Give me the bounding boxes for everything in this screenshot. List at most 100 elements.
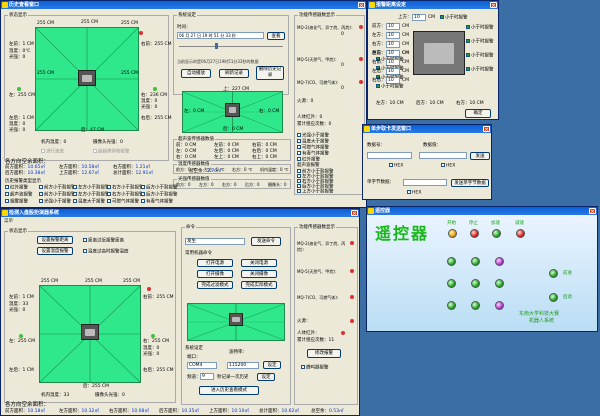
history-alarm-checkbox[interactable]: 温度大于报警: [73, 199, 105, 205]
dist-alarm-checkbox[interactable]: 上方小于耐报警: [297, 189, 334, 195]
time-input[interactable]: 06 月 27 日 19 时 51 分 33 秒: [177, 32, 264, 39]
history-alarm-checkbox[interactable]: 超声波报警: [5, 192, 33, 198]
set-port-button[interactable]: 设定: [263, 361, 281, 369]
checkbox-box[interactable]: [297, 139, 301, 143]
beep-checkbox[interactable]: 蜂鸣器报警: [301, 365, 329, 371]
temp-high-checkbox[interactable]: 温度过高时报警温度: [83, 249, 129, 255]
checkbox-box[interactable]: [297, 179, 301, 183]
command-button[interactable]: 关闭摄像: [241, 270, 277, 278]
alarm-row-checkbox[interactable]: 小于时报警: [440, 15, 468, 21]
func-alarm-checkbox[interactable]: 温度大于报警: [297, 139, 329, 145]
alarm-extra-checkbox[interactable]: 小于时报警: [376, 84, 404, 90]
checkbox-box[interactable]: [73, 185, 77, 189]
dir-se-button[interactable]: [495, 301, 504, 310]
refresh-button[interactable]: 刷新记录: [219, 69, 249, 78]
alarm-row-input[interactable]: 10: [386, 32, 400, 39]
history-alarm-checkbox[interactable]: 有毒气体报警: [141, 199, 173, 205]
close-icon[interactable]: ×: [351, 210, 358, 217]
checkbox-box[interactable]: [107, 185, 111, 189]
decel-button[interactable]: [516, 229, 525, 238]
ok-button[interactable]: 确定: [465, 109, 491, 118]
hex-checkbox-3[interactable]: HEX: [407, 190, 421, 196]
checkbox-box[interactable]: [73, 199, 77, 203]
data-val-input[interactable]: [419, 152, 467, 159]
query-button[interactable]: 查看: [267, 32, 285, 40]
func-alarm-checkbox[interactable]: 可燃气体报警: [297, 145, 329, 151]
main-window-titlebar[interactable]: 检测入盘股扮演器系统 ×: [1, 209, 359, 217]
checkbox-box[interactable]: [466, 25, 470, 29]
history-alarm-checkbox[interactable]: 烟雾报警: [5, 199, 28, 205]
history-alarm-checkbox[interactable]: 红外报警: [5, 185, 28, 191]
dist-near-checkbox[interactable]: 距离过近报警距离: [83, 238, 124, 244]
backward-button[interactable]: [549, 293, 558, 302]
alarm-window-titlebar[interactable]: 报警距离设定 ×: [368, 1, 498, 9]
checkbox-box[interactable]: [297, 133, 301, 137]
command-button[interactable]: 完成实际模式: [241, 281, 277, 289]
history-alarm-checkbox[interactable]: 可燃气体报警: [107, 199, 139, 205]
start-button[interactable]: [448, 229, 457, 238]
checkbox-box[interactable]: [5, 192, 9, 196]
checkbox-box[interactable]: [39, 199, 43, 203]
close-icon[interactable]: ×: [490, 2, 497, 9]
checkbox-box[interactable]: [107, 199, 111, 203]
send-cmd-button[interactable]: 发送命令: [251, 237, 281, 246]
checkbox-box[interactable]: [376, 84, 380, 88]
checkbox-box[interactable]: [297, 157, 301, 161]
alarm-right-checkbox[interactable]: 小于时报警: [466, 53, 494, 59]
checkbox-box[interactable]: [466, 53, 470, 57]
command-button[interactable]: 完成过滤模式: [197, 281, 233, 289]
checkbox-box[interactable]: [297, 151, 301, 155]
history-alarm-checkbox[interactable]: 右方小于耐报警: [107, 185, 144, 191]
command-button[interactable]: 打开摄像: [197, 270, 233, 278]
checkbox-box[interactable]: [39, 192, 43, 196]
alarm-row-input[interactable]: 10: [412, 14, 426, 21]
data-no-input[interactable]: [367, 152, 412, 159]
checkbox-box[interactable]: [5, 199, 9, 203]
history-alarm-checkbox[interactable]: 光强小于报警: [39, 199, 71, 205]
dir-n-button[interactable]: [471, 257, 480, 266]
forward-button[interactable]: [549, 269, 558, 278]
enter-history-button[interactable]: 进入历史查看模式: [199, 386, 259, 395]
alarm-right-checkbox[interactable]: 小于时报警: [466, 39, 494, 45]
time-slider[interactable]: [179, 43, 283, 49]
close-icon[interactable]: ×: [358, 2, 365, 9]
history-alarm-checkbox[interactable]: 后方小于耐报警: [141, 192, 178, 198]
cmd-input[interactable]: 发生: [185, 238, 245, 245]
history-alarm-checkbox[interactable]: 左方小于耐报警: [73, 185, 110, 191]
history-alarm-checkbox[interactable]: 前方小于耐报警: [39, 192, 76, 198]
set-interval-button[interactable]: 设定: [257, 373, 275, 381]
checkbox-box[interactable]: [466, 67, 470, 71]
checkbox-box[interactable]: [39, 185, 43, 189]
history-alarm-checkbox[interactable]: 左方小于耐报警: [73, 192, 110, 198]
delete-history-button[interactable]: 删除历史记录: [256, 66, 284, 80]
dir-nw-button[interactable]: [447, 257, 456, 266]
alarm-right-checkbox[interactable]: 小于时报警: [466, 25, 494, 31]
step-send-button[interactable]: 发送单字节数据: [451, 179, 489, 187]
command-button[interactable]: 关闭电源: [241, 259, 277, 267]
dir-ne-button[interactable]: [495, 257, 504, 266]
func-alarm-checkbox[interactable]: 光强小于报警: [297, 133, 329, 139]
alarm-extra-input[interactable]: 10: [386, 50, 400, 57]
send-button[interactable]: 发送: [470, 152, 490, 160]
alarm-right-checkbox[interactable]: 小于时报警: [466, 67, 494, 73]
speed-checkbox[interactable]: 进行速度: [41, 149, 64, 155]
step-input[interactable]: [403, 179, 447, 186]
dir-s-button[interactable]: [471, 301, 480, 310]
checkbox-box[interactable]: [297, 189, 301, 193]
checkbox-box[interactable]: [5, 185, 9, 189]
checkbox-box[interactable]: [297, 184, 301, 188]
serial-window-titlebar[interactable]: 单步取卡发送窗口 ×: [363, 125, 491, 133]
modify-alarm-button[interactable]: 修改报警: [307, 349, 341, 358]
history-window-titlebar[interactable]: 历史查看窗口 ×: [1, 1, 366, 9]
menu[interactable]: 菜单: [4, 219, 13, 225]
checkbox-box[interactable]: [297, 145, 301, 149]
set-temp-alarm-button[interactable]: 设置温度报警: [37, 247, 73, 255]
func-alarm-checkbox[interactable]: 有毒气体报警: [297, 151, 329, 157]
checkbox-box[interactable]: [141, 199, 145, 203]
alarm-extra-input[interactable]: 10: [386, 68, 400, 75]
alarm-row-input[interactable]: 10: [386, 23, 400, 30]
hex-checkbox-1[interactable]: HEX: [389, 163, 403, 169]
checkbox-box[interactable]: [297, 169, 301, 173]
close-icon[interactable]: ×: [483, 126, 490, 133]
close-icon[interactable]: ×: [589, 208, 596, 215]
